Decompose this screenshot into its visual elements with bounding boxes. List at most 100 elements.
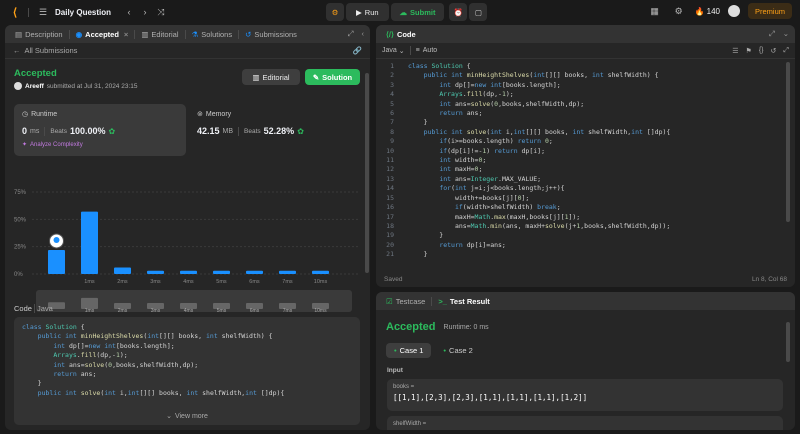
avatar[interactable] bbox=[727, 5, 740, 17]
problem-list-icon[interactable]: ☰ bbox=[35, 4, 51, 20]
view-more-button[interactable]: ⌄ View more bbox=[14, 412, 360, 421]
cursor-position: Ln 8, Col 68 bbox=[751, 275, 787, 283]
runtime-distribution-chart[interactable]: 75% 50% 25% 0% 1ms 2ms 3ms 4ms 5ms 6ms 7ms 10ms 1ms 2… bbox=[10, 160, 365, 315]
divider bbox=[134, 29, 136, 39]
chart-bar bbox=[180, 270, 197, 274]
editor-toolbar: Java ⌄ ≡ Auto ☰ ⚑ {} ↺ ⤢ bbox=[376, 43, 795, 59]
editor-tools: ☰ ⚑ {} ↺ ⤢ bbox=[732, 47, 789, 55]
code-line[interactable]: 16 if(width>shelfWidth) break; bbox=[380, 203, 780, 212]
divider bbox=[28, 7, 29, 17]
code-line[interactable]: 8 public int solve(int i,int[][] books, … bbox=[380, 128, 780, 137]
code-line[interactable]: 6 return ans; bbox=[380, 109, 780, 118]
top-bar: ⟨ ☰ Daily Question ‹ › ⤨ ⚙ ▶ Run ☁ Submit … bbox=[0, 0, 800, 24]
code-line[interactable]: 2 public int minHeightShelves(int[][] bo… bbox=[380, 71, 780, 80]
case-1-tab[interactable]: • Case 1 bbox=[386, 343, 432, 358]
format-icon[interactable]: {} bbox=[759, 47, 764, 55]
notes-button[interactable]: ▢ bbox=[469, 3, 488, 21]
tab-description[interactable]: ▤ Description bbox=[11, 25, 67, 43]
fullscreen-icon[interactable]: ⤢ bbox=[783, 47, 789, 55]
navigator-label: 5ms bbox=[217, 308, 227, 314]
code-line[interactable]: 10 if(dp[i]!=-1) return dp[i]; bbox=[380, 147, 780, 156]
settings-icon[interactable]: ⚙ bbox=[671, 3, 687, 19]
navigator-label: 1ms bbox=[85, 308, 95, 314]
collapse-icon[interactable]: ‹ bbox=[362, 29, 365, 39]
tab-accepted[interactable]: ◉ Accepted × bbox=[72, 25, 133, 43]
case-tabs: • Case 1 • Case 2 bbox=[386, 343, 481, 358]
user-avatar[interactable] bbox=[14, 82, 22, 90]
y-tick-label: 75% bbox=[14, 190, 27, 196]
editor-scrollbar[interactable] bbox=[786, 62, 790, 222]
tab-editorial[interactable]: ▥ Editorial bbox=[137, 25, 182, 43]
chevron-down-icon: ⌄ bbox=[398, 47, 405, 55]
memory-card[interactable]: ⊚ Memory 42.15 MB Beats 52.28% ✿ bbox=[195, 104, 360, 156]
code-editor-panel: ⟨/⟩ Code ⤢ ⌄ Java ⌄ ≡ Auto ☰ ⚑ {} ↺ ⤢ 1 cla… bbox=[376, 25, 795, 287]
result-tab-bar: ☑ Testcase >_ Test Result bbox=[376, 292, 795, 310]
back-arrow-icon[interactable]: ← bbox=[13, 46, 21, 55]
streak-counter[interactable]: 🔥 140 bbox=[695, 7, 720, 16]
description-icon: ▤ bbox=[15, 29, 23, 39]
scrollbar[interactable] bbox=[365, 73, 369, 273]
layout-icon[interactable]: ▦ bbox=[647, 3, 663, 19]
code-line[interactable]: 5 int ans=solve(0,books,shelfWidth,dp); bbox=[380, 100, 780, 109]
submit-button[interactable]: ☁ Submit bbox=[390, 3, 445, 21]
auto-mode[interactable]: Auto bbox=[423, 47, 437, 54]
case-2-tab[interactable]: • Case 2 bbox=[435, 343, 480, 358]
var-books-value: [[1,1],[2,3],[2,3],[1,1],[1,1],[1,1],[1,… bbox=[393, 393, 588, 402]
bookmark-icon[interactable]: ⚑ bbox=[746, 47, 752, 55]
run-button[interactable]: ▶ Run bbox=[346, 3, 389, 21]
leetcode-logo[interactable]: ⟨ bbox=[8, 5, 22, 19]
panel-actions: ⤢ ‹ bbox=[348, 29, 365, 39]
minimize-icon[interactable]: ⌄ bbox=[783, 29, 789, 39]
username[interactable]: Areeff bbox=[25, 83, 44, 90]
tab-code[interactable]: ⟨/⟩ Code bbox=[382, 25, 420, 43]
code-line[interactable]: 7 } bbox=[380, 118, 780, 127]
editor-panel-actions: ⤢ ⌄ bbox=[769, 29, 789, 39]
navigator-label: 3ms bbox=[151, 308, 161, 314]
code-line[interactable]: 17 maxH=Math.max(maxH,books[j][1]); bbox=[380, 213, 780, 222]
code-line[interactable]: 20 return dp[i]=ans; bbox=[380, 241, 780, 250]
code-line[interactable]: 11 int width=0; bbox=[380, 156, 780, 165]
runtime-card[interactable]: ◷ Runtime 0 ms Beats 100.00% ✿ ✦ Analyze C… bbox=[14, 104, 186, 156]
language-select[interactable]: Java bbox=[382, 47, 397, 54]
runtime-beats: 100.00% bbox=[69, 126, 106, 136]
code-line[interactable]: 4 Arrays.fill(dp,-1); bbox=[380, 90, 780, 99]
reset-icon[interactable]: ↺ bbox=[771, 47, 777, 55]
tab-label: Testcase bbox=[395, 296, 426, 306]
problem-list-title[interactable]: Daily Question bbox=[55, 8, 111, 17]
code-line[interactable]: 13 int ans=Integer.MAX_VALUE; bbox=[380, 175, 780, 184]
all-submissions-link[interactable]: All Submissions bbox=[25, 46, 78, 55]
result-scrollbar[interactable] bbox=[786, 322, 790, 362]
code-line[interactable]: 15 width+=books[j][0]; bbox=[380, 194, 780, 203]
solution-button[interactable]: ✎ Solution bbox=[305, 69, 360, 85]
tab-test-result[interactable]: >_ Test Result bbox=[434, 292, 493, 310]
notes-icon[interactable]: ☰ bbox=[732, 47, 738, 55]
maximize-icon[interactable]: ⤢ bbox=[769, 29, 775, 39]
link-icon[interactable]: 🔗 bbox=[353, 46, 362, 55]
maximize-icon[interactable]: ⤢ bbox=[348, 29, 354, 39]
premium-button[interactable]: Premium bbox=[747, 3, 792, 19]
shuffle-icon[interactable]: ⤨ bbox=[153, 4, 169, 20]
submitted-code[interactable]: class Solution { public int minHeightShe… bbox=[14, 317, 360, 425]
code-line[interactable]: 18 ans=Math.min(ans, maxH+solve(j+1,book… bbox=[380, 222, 780, 231]
code-line[interactable]: 19 } bbox=[380, 231, 780, 240]
code-line[interactable]: 3 int dp[]=new int[books.length]; bbox=[380, 81, 780, 90]
code-line[interactable]: 12 int maxH=0; bbox=[380, 165, 780, 174]
code-line[interactable]: 1 class Solution { bbox=[380, 62, 780, 71]
code-line[interactable]: 14 for(int j=i;j<books.length;j++){ bbox=[380, 184, 780, 193]
close-icon[interactable]: × bbox=[124, 30, 128, 39]
tab-submissions[interactable]: ↺ Submissions bbox=[241, 25, 301, 43]
timer-button[interactable]: ⏰ bbox=[449, 3, 468, 21]
editorial-button[interactable]: ▥ Editorial bbox=[242, 69, 300, 85]
editor-code[interactable]: 1 class Solution {2 public int minHeightS… bbox=[380, 62, 780, 267]
divider bbox=[33, 304, 35, 313]
code-line[interactable]: 21 } bbox=[380, 250, 780, 259]
analyze-complexity-link[interactable]: ✦ Analyze Complexity bbox=[22, 141, 178, 149]
tab-solutions[interactable]: ⚗ Solutions bbox=[188, 25, 237, 43]
tab-testcase[interactable]: ☑ Testcase bbox=[382, 292, 429, 310]
submitter-row: Areeff submitted at Jul 31, 2024 23:15 bbox=[14, 82, 138, 90]
next-question-icon[interactable]: › bbox=[137, 4, 153, 20]
prev-question-icon[interactable]: ‹ bbox=[121, 4, 137, 20]
debug-button[interactable]: ⚙ bbox=[326, 3, 344, 21]
y-tick-label: 50% bbox=[14, 217, 27, 223]
code-line[interactable]: 9 if(i>=books.length) return 0; bbox=[380, 137, 780, 146]
